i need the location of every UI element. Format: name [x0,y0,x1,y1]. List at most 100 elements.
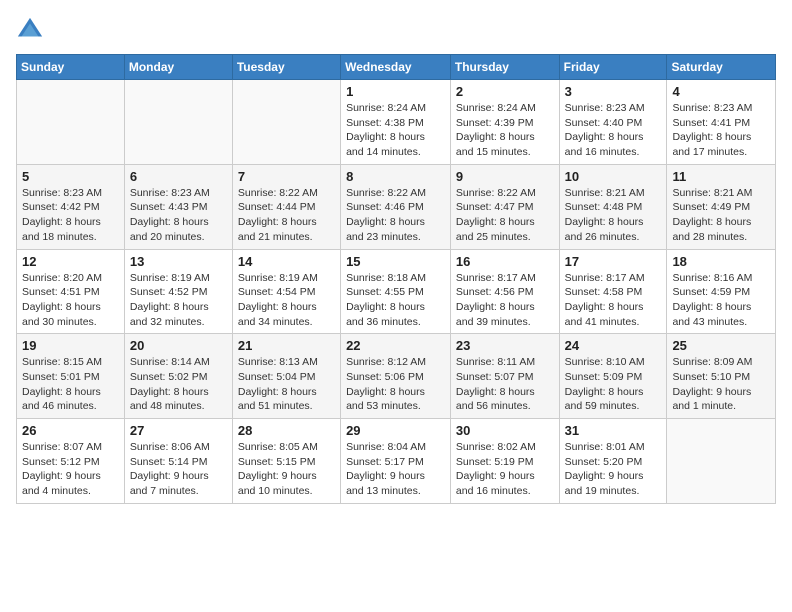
day-info: Sunrise: 8:17 AM Sunset: 4:56 PM Dayligh… [456,271,554,330]
calendar-cell: 10 Sunrise: 8:21 AM Sunset: 4:48 PM Dayli… [559,164,667,249]
day-number: 12 [22,254,119,269]
day-number: 15 [346,254,445,269]
day-info: Sunrise: 8:23 AM Sunset: 4:40 PM Dayligh… [565,101,662,160]
day-info: Sunrise: 8:17 AM Sunset: 4:58 PM Dayligh… [565,271,662,330]
day-number: 24 [565,338,662,353]
calendar-cell: 31Sunrise: 8:01 AM Sunset: 5:20 PM Dayli… [559,419,667,504]
dow-header: Thursday [450,55,559,80]
calendar-cell [17,80,125,165]
calendar-body: 1Sunrise: 8:24 AM Sunset: 4:38 PM Daylig… [17,80,776,504]
day-info: Sunrise: 8:12 AM Sunset: 5:06 PM Dayligh… [346,355,445,414]
calendar-cell: 12 Sunrise: 8:20 AM Sunset: 4:51 PM Dayli… [17,249,125,334]
day-info: Sunrise: 8:13 AM Sunset: 5:04 PM Dayligh… [238,355,335,414]
calendar-cell: 25 Sunrise: 8:09 AM Sunset: 5:10 PM Dayli… [667,334,776,419]
calendar-cell: 19 Sunrise: 8:15 AM Sunset: 5:01 PM Dayli… [17,334,125,419]
day-info: Sunrise: 8:16 AM Sunset: 4:59 PM Dayligh… [672,271,770,330]
calendar-cell: 8 Sunrise: 8:22 AM Sunset: 4:46 PM Daylig… [341,164,451,249]
day-number: 9 [456,169,554,184]
day-info: Sunrise: 8:21 AM Sunset: 4:49 PM Dayligh… [672,186,770,245]
day-info: Sunrise: 8:09 AM Sunset: 5:10 PM Dayligh… [672,355,770,414]
calendar-cell: 20 Sunrise: 8:14 AM Sunset: 5:02 PM Dayli… [124,334,232,419]
dow-header: Wednesday [341,55,451,80]
calendar-cell: 15 Sunrise: 8:18 AM Sunset: 4:55 PM Dayli… [341,249,451,334]
day-number: 22 [346,338,445,353]
dow-header: Friday [559,55,667,80]
day-info: Sunrise: 8:15 AM Sunset: 5:01 PM Dayligh… [22,355,119,414]
calendar-cell: 17Sunrise: 8:17 AM Sunset: 4:58 PM Dayli… [559,249,667,334]
day-number: 25 [672,338,770,353]
day-number: 19 [22,338,119,353]
calendar-cell: 3Sunrise: 8:23 AM Sunset: 4:40 PM Daylig… [559,80,667,165]
day-number: 23 [456,338,554,353]
calendar-cell: 28 Sunrise: 8:05 AM Sunset: 5:15 PM Dayli… [232,419,340,504]
calendar-week-row: 19 Sunrise: 8:15 AM Sunset: 5:01 PM Dayli… [17,334,776,419]
calendar-cell: 4Sunrise: 8:23 AM Sunset: 4:41 PM Daylig… [667,80,776,165]
day-number: 14 [238,254,335,269]
day-number: 16 [456,254,554,269]
calendar-week-row: 26 Sunrise: 8:07 AM Sunset: 5:12 PM Dayli… [17,419,776,504]
calendar-cell: 18Sunrise: 8:16 AM Sunset: 4:59 PM Dayli… [667,249,776,334]
day-number: 6 [130,169,227,184]
day-number: 28 [238,423,335,438]
day-number: 11 [672,169,770,184]
day-info: Sunrise: 8:14 AM Sunset: 5:02 PM Dayligh… [130,355,227,414]
day-info: Sunrise: 8:20 AM Sunset: 4:51 PM Dayligh… [22,271,119,330]
calendar-cell [667,419,776,504]
day-info: Sunrise: 8:22 AM Sunset: 4:44 PM Dayligh… [238,186,335,245]
calendar-cell: 13Sunrise: 8:19 AM Sunset: 4:52 PM Dayli… [124,249,232,334]
day-info: Sunrise: 8:22 AM Sunset: 4:46 PM Dayligh… [346,186,445,245]
day-number: 26 [22,423,119,438]
dow-header: Saturday [667,55,776,80]
day-info: Sunrise: 8:10 AM Sunset: 5:09 PM Dayligh… [565,355,662,414]
calendar-cell: 2 Sunrise: 8:24 AM Sunset: 4:39 PM Daylig… [450,80,559,165]
calendar-cell: 11 Sunrise: 8:21 AM Sunset: 4:49 PM Dayli… [667,164,776,249]
calendar-cell: 30 Sunrise: 8:02 AM Sunset: 5:19 PM Dayli… [450,419,559,504]
day-info: Sunrise: 8:07 AM Sunset: 5:12 PM Dayligh… [22,440,119,499]
calendar-table: SundayMondayTuesdayWednesdayThursdayFrid… [16,54,776,504]
day-info: Sunrise: 8:23 AM Sunset: 4:43 PM Dayligh… [130,186,227,245]
day-number: 2 [456,84,554,99]
day-info: Sunrise: 8:23 AM Sunset: 4:42 PM Dayligh… [22,186,119,245]
dow-header: Sunday [17,55,125,80]
calendar-cell [124,80,232,165]
day-info: Sunrise: 8:22 AM Sunset: 4:47 PM Dayligh… [456,186,554,245]
day-number: 7 [238,169,335,184]
calendar-cell: 27Sunrise: 8:06 AM Sunset: 5:14 PM Dayli… [124,419,232,504]
calendar-cell: 1Sunrise: 8:24 AM Sunset: 4:38 PM Daylig… [341,80,451,165]
calendar-cell: 29Sunrise: 8:04 AM Sunset: 5:17 PM Dayli… [341,419,451,504]
calendar-cell: 24 Sunrise: 8:10 AM Sunset: 5:09 PM Dayli… [559,334,667,419]
calendar-week-row: 5 Sunrise: 8:23 AM Sunset: 4:42 PM Daylig… [17,164,776,249]
calendar-cell: 22 Sunrise: 8:12 AM Sunset: 5:06 PM Dayli… [341,334,451,419]
day-info: Sunrise: 8:11 AM Sunset: 5:07 PM Dayligh… [456,355,554,414]
day-number: 29 [346,423,445,438]
logo [16,16,48,44]
calendar-cell: 9 Sunrise: 8:22 AM Sunset: 4:47 PM Daylig… [450,164,559,249]
day-number: 30 [456,423,554,438]
calendar-cell [232,80,340,165]
day-info: Sunrise: 8:01 AM Sunset: 5:20 PM Dayligh… [565,440,662,499]
day-number: 8 [346,169,445,184]
day-info: Sunrise: 8:24 AM Sunset: 4:39 PM Dayligh… [456,101,554,160]
calendar-week-row: 12 Sunrise: 8:20 AM Sunset: 4:51 PM Dayli… [17,249,776,334]
calendar-cell: 14 Sunrise: 8:19 AM Sunset: 4:54 PM Dayli… [232,249,340,334]
calendar-cell: 5 Sunrise: 8:23 AM Sunset: 4:42 PM Daylig… [17,164,125,249]
day-info: Sunrise: 8:24 AM Sunset: 4:38 PM Dayligh… [346,101,445,160]
day-info: Sunrise: 8:05 AM Sunset: 5:15 PM Dayligh… [238,440,335,499]
days-of-week-row: SundayMondayTuesdayWednesdayThursdayFrid… [17,55,776,80]
day-number: 4 [672,84,770,99]
logo-icon [16,16,44,44]
calendar-week-row: 1Sunrise: 8:24 AM Sunset: 4:38 PM Daylig… [17,80,776,165]
day-info: Sunrise: 8:19 AM Sunset: 4:54 PM Dayligh… [238,271,335,330]
day-number: 21 [238,338,335,353]
day-info: Sunrise: 8:02 AM Sunset: 5:19 PM Dayligh… [456,440,554,499]
dow-header: Monday [124,55,232,80]
day-info: Sunrise: 8:21 AM Sunset: 4:48 PM Dayligh… [565,186,662,245]
day-number: 5 [22,169,119,184]
day-number: 13 [130,254,227,269]
day-number: 10 [565,169,662,184]
dow-header: Tuesday [232,55,340,80]
day-number: 20 [130,338,227,353]
day-info: Sunrise: 8:18 AM Sunset: 4:55 PM Dayligh… [346,271,445,330]
day-number: 27 [130,423,227,438]
calendar-cell: 21 Sunrise: 8:13 AM Sunset: 5:04 PM Dayli… [232,334,340,419]
